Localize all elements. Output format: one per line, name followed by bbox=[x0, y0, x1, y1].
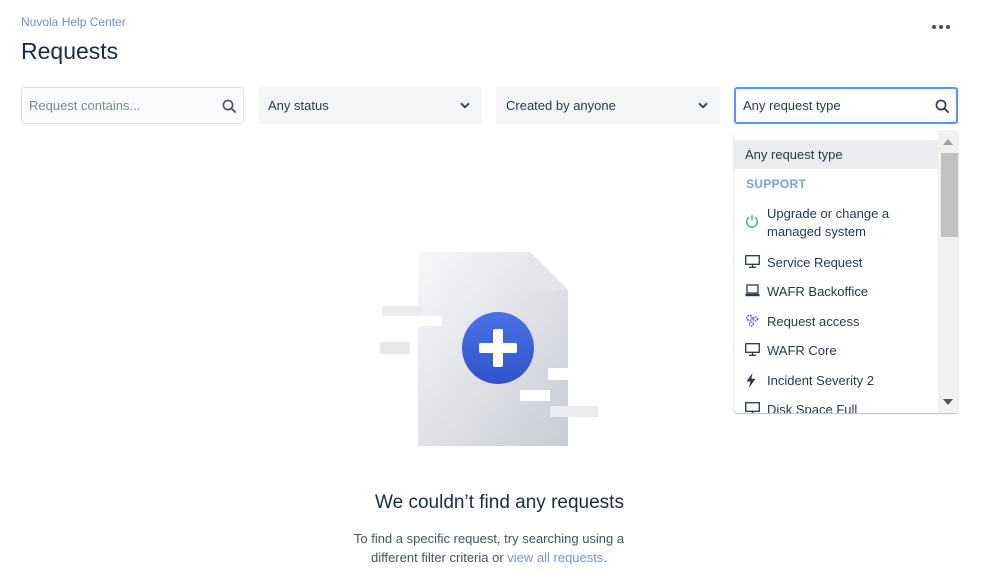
empty-state-title: We couldn’t find any requests bbox=[375, 492, 624, 513]
page-title: Requests bbox=[21, 38, 119, 64]
option-incident-severity-2[interactable]: Incident Severity 2 bbox=[734, 372, 938, 392]
option-label: Service Request bbox=[767, 255, 863, 270]
empty-state-period: . bbox=[603, 550, 608, 565]
monitor-icon bbox=[745, 255, 767, 268]
lightning-icon bbox=[745, 373, 767, 388]
request-search-field[interactable] bbox=[21, 87, 244, 124]
chevron-down-icon bbox=[696, 99, 710, 113]
option-label: Upgrade or change a managed system bbox=[767, 206, 890, 239]
monitor-icon bbox=[745, 402, 767, 413]
option-upgrade-managed-system[interactable]: Upgrade or change a managed system bbox=[734, 205, 938, 243]
chevron-down-icon bbox=[458, 99, 472, 113]
status-filter-select[interactable]: Any status bbox=[258, 87, 482, 124]
option-label: WAFR Backoffice bbox=[767, 284, 869, 299]
view-all-requests-link[interactable]: view all requests bbox=[507, 550, 603, 565]
creator-filter-value: Created by anyone bbox=[506, 98, 616, 113]
scroll-down-arrow-icon[interactable] bbox=[943, 397, 953, 407]
empty-requests-illustration bbox=[380, 252, 598, 446]
more-dot-icon bbox=[946, 25, 950, 29]
option-request-access[interactable]: Request access bbox=[734, 313, 938, 333]
group-label: SUPPORT bbox=[746, 177, 807, 191]
option-label: Any request type bbox=[745, 146, 843, 162]
breadcrumb[interactable]: Nuvola Help Center bbox=[21, 15, 126, 29]
dropdown-scrollbar[interactable] bbox=[938, 131, 958, 413]
more-dot-icon bbox=[932, 25, 936, 29]
request-search-input[interactable] bbox=[22, 88, 215, 123]
option-label: Disk Space Full bbox=[767, 402, 858, 413]
status-filter-value: Any status bbox=[268, 98, 329, 113]
request-type-input[interactable] bbox=[736, 89, 928, 122]
more-options-button[interactable] bbox=[928, 18, 954, 36]
request-type-filter[interactable] bbox=[734, 87, 958, 124]
request-type-dropdown[interactable]: Any request type SUPPORT Upgrade or chan… bbox=[734, 131, 958, 413]
creator-filter-select[interactable]: Created by anyone bbox=[496, 87, 720, 124]
search-icon[interactable] bbox=[215, 99, 243, 113]
option-wafr-backoffice[interactable]: WAFR Backoffice bbox=[734, 283, 938, 303]
monitor-icon bbox=[745, 343, 767, 356]
search-icon[interactable] bbox=[928, 99, 956, 113]
option-disk-space-full[interactable]: Disk Space Full bbox=[734, 401, 938, 413]
option-label: Incident Severity 2 bbox=[767, 373, 874, 388]
power-icon bbox=[745, 214, 767, 228]
gears-icon bbox=[745, 314, 767, 327]
more-dot-icon bbox=[939, 25, 943, 29]
scrollbar-thumb[interactable] bbox=[941, 153, 958, 237]
laptop-icon bbox=[745, 284, 767, 297]
scroll-up-arrow-icon[interactable] bbox=[943, 137, 953, 147]
option-any-request-type[interactable]: Any request type bbox=[734, 140, 938, 169]
option-label: Request access bbox=[767, 314, 860, 329]
option-label: WAFR Core bbox=[767, 343, 837, 358]
option-wafr-core[interactable]: WAFR Core bbox=[734, 342, 938, 362]
empty-state-text: To find a specific request, try searchin… bbox=[339, 529, 639, 567]
request-type-options[interactable]: Any request type SUPPORT Upgrade or chan… bbox=[734, 131, 938, 413]
option-service-request[interactable]: Service Request bbox=[734, 254, 938, 274]
